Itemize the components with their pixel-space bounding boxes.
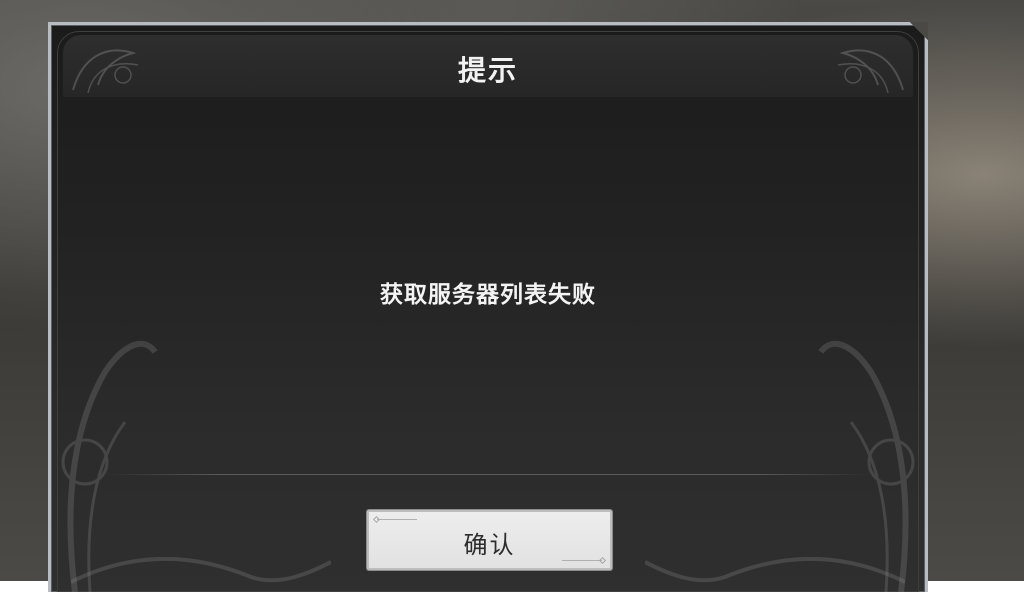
confirm-button[interactable]: 确认	[367, 510, 612, 570]
dialog-inner-frame	[57, 31, 919, 592]
scroll-ornament-icon	[645, 556, 905, 584]
button-corner-line	[562, 560, 602, 561]
button-corner-line	[377, 519, 417, 520]
alert-dialog: 提示 获取服务器列表失败 确认	[48, 22, 928, 592]
dialog-divider	[106, 474, 870, 475]
scroll-ornament-icon	[71, 556, 331, 584]
dialog-title: 提示	[457, 54, 518, 87]
dialog-title-bar: 提示	[63, 35, 913, 97]
confirm-button-label: 确认	[463, 531, 516, 559]
error-message: 获取服务器列表失败	[380, 282, 596, 308]
